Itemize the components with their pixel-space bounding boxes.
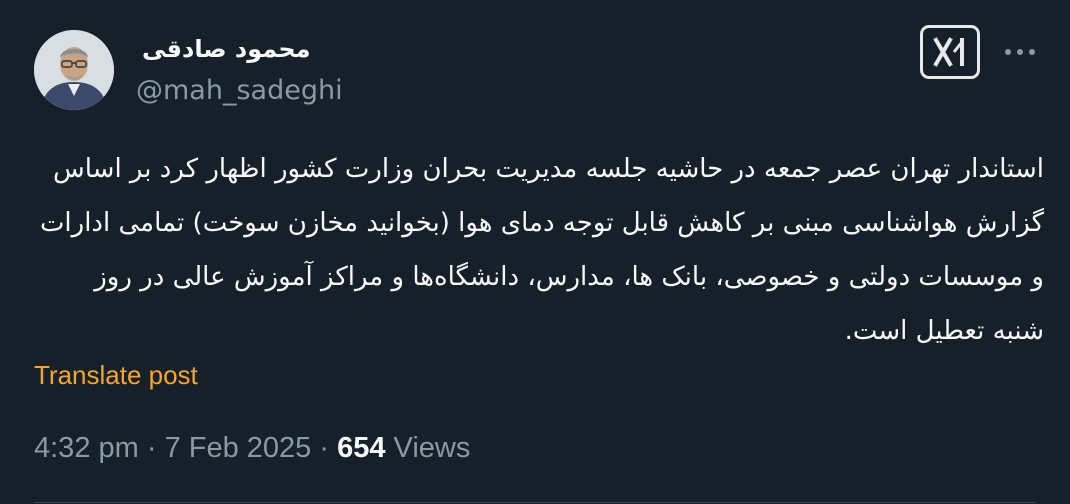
grok-button[interactable] [920,25,980,79]
avatar[interactable] [34,30,114,110]
views-label: Views [385,432,471,464]
translate-post-link[interactable]: Translate post [34,358,198,392]
separator: · [311,432,338,464]
more-icon-dot [1017,49,1023,55]
more-icon [1005,49,1011,55]
more-icon-dot [1029,49,1035,55]
views-count: 654 [337,432,386,464]
more-button[interactable] [1000,40,1040,64]
tweet-date[interactable]: 7 Feb 2025 [165,432,312,464]
display-name[interactable]: محمود صادقی [142,34,310,64]
divider [34,502,1036,503]
tweet-time[interactable]: 4:32 pm [34,432,139,464]
tweet-metadata: 4:32 pm · 7 Feb 2025 · 654 Views [34,431,470,465]
tweet-text: استاندار تهران عصر جمعه در حاشیه جلسه مد… [39,154,1044,346]
profile-photo-icon [34,30,114,110]
separator: · [138,432,165,464]
handle[interactable]: @mah_sadeghi [136,74,343,108]
grok-icon [933,37,964,67]
